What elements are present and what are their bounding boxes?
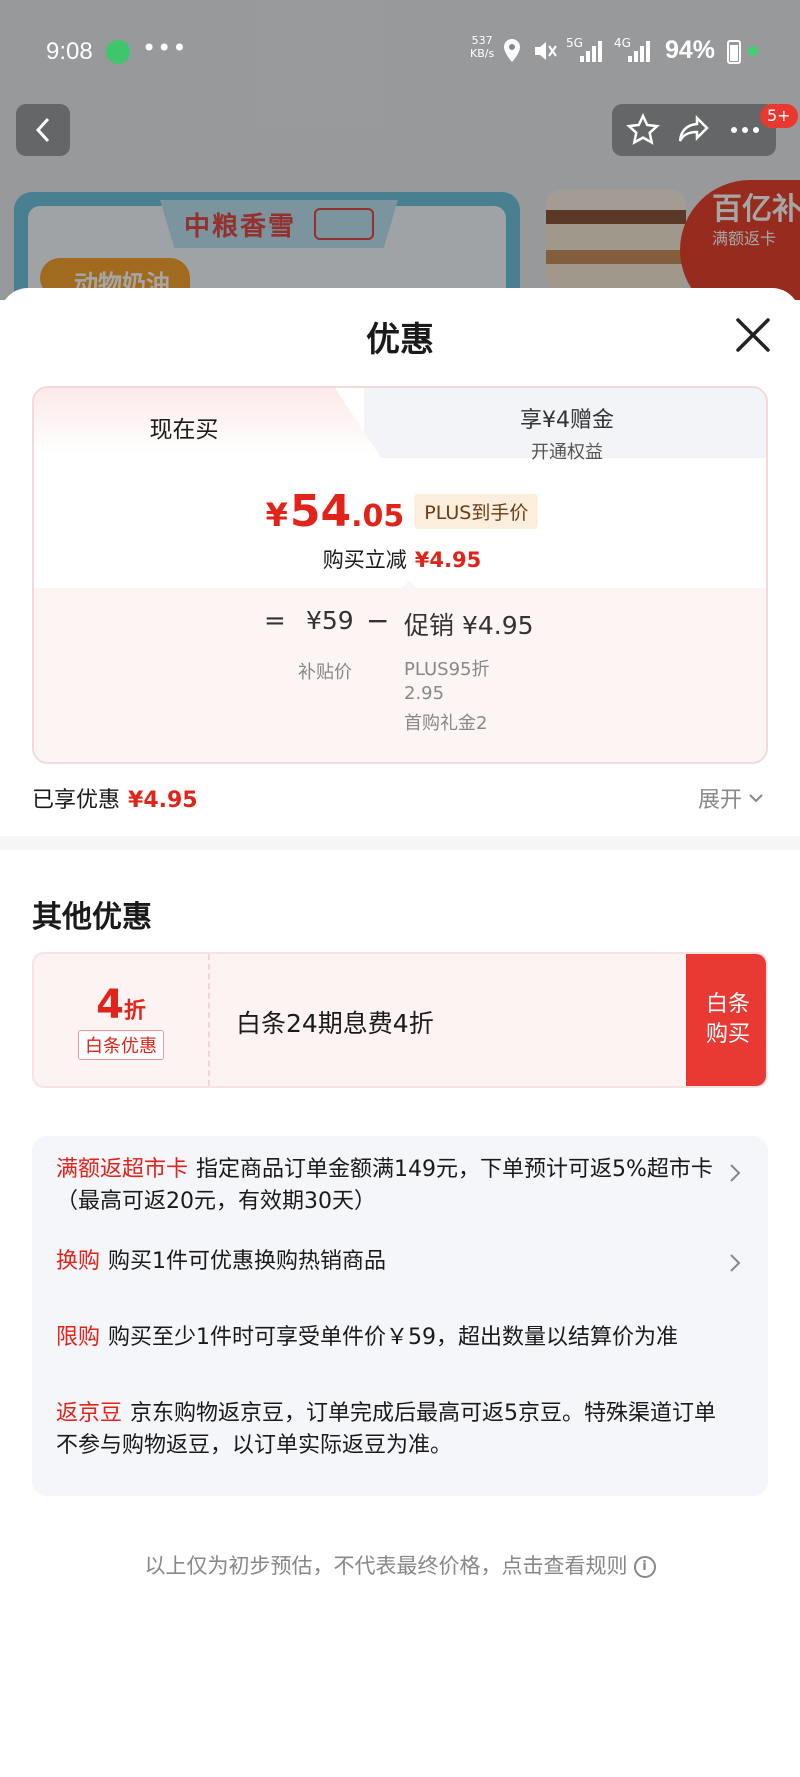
baitiao-description: 白条24期息费4折 <box>236 1009 434 1038</box>
price-card: 享¥4赠金 开通权益 现在买 ¥ 54 .05 PLUS到手价 购买立减 ¥4.9… <box>32 386 768 764</box>
price-decimal: .05 <box>351 499 405 534</box>
baitiao-discount: 4折 <box>34 982 208 1028</box>
rules-note-text: 以上仅为初步预估，不代表最终价格，点击查看规则 <box>144 1554 628 1578</box>
minus-sign: − <box>366 604 390 637</box>
instant-reduction: 购买立减 ¥4.95 <box>34 544 766 574</box>
baitiao-button-line1: 白条 <box>705 992 750 1017</box>
reduction-amount: ¥4.95 <box>414 548 482 572</box>
price-integer: 54 <box>289 486 352 537</box>
chevron-down-icon <box>749 794 763 803</box>
close-icon[interactable] <box>732 314 774 356</box>
promotion-value: 促销 ¥4.95 <box>404 611 534 640</box>
status-time: 9:08 <box>46 38 93 65</box>
baitiao-discount-number: 4 <box>96 982 124 1028</box>
tab-buy-now-label: 现在买 <box>149 417 219 443</box>
promo-jingdou: 返京豆 京东购物返京豆，订单完成后最高可返5京豆。特殊渠道订单不参与购物返豆，以订… <box>56 1398 716 1462</box>
subsidy-price-label: 补贴价 <box>298 662 352 683</box>
expand-label: 展开 <box>698 788 743 813</box>
final-price-row: ¥ 54 .05 PLUS到手价 <box>34 486 766 537</box>
promo-key: 返京豆 <box>56 1401 123 1426</box>
back-button[interactable] <box>16 104 70 156</box>
tab-bonus[interactable]: 享¥4赠金 开通权益 <box>364 388 766 463</box>
expand-button[interactable]: 展开 <box>698 782 764 814</box>
more-notifications-icon: ••• <box>142 34 188 62</box>
promotion-detail-gift: 首购礼金2 <box>404 713 488 734</box>
final-price: ¥ 54 .05 <box>266 486 405 537</box>
baitiao-buy-button[interactable]: 白条 购买 <box>686 954 766 1086</box>
battery-percent: 94% <box>665 36 716 64</box>
baitiao-tag: 白条优惠 <box>78 1030 164 1060</box>
status-bar: 9:08 ••• 537 KB/s 5G 4G 94% <box>0 0 800 104</box>
network-speed-unit: KB/s <box>470 47 495 60</box>
baitiao-button-line2: 购买 <box>705 1022 750 1047</box>
promo-key: 换购 <box>56 1249 101 1274</box>
promotion-detail-amount: 2.95 <box>404 683 445 704</box>
promotion-details: PLUS95折 2.95 首购礼金2 <box>404 658 490 736</box>
other-discounts-title: 其他优惠 <box>32 900 152 935</box>
promo-text: 购买1件可优惠换购热销商品 <box>108 1249 387 1274</box>
promo-key: 限购 <box>56 1325 101 1350</box>
promo-text: 购买至少1件时可享受单件价￥59，超出数量以结算价为准 <box>108 1325 679 1350</box>
sheet-title: 优惠 <box>366 320 434 360</box>
price-breakdown: = ¥59 − 促销 ¥4.95 补贴价 PLUS95折 2.95 首购礼金2 <box>34 588 766 762</box>
promotion-detail-plus: PLUS95折 <box>404 659 490 680</box>
section-divider <box>0 836 800 850</box>
promotion-list: 满额返超市卡 指定商品订单金额满149元，下单预计可返5%超市卡（最高可返20元，… <box>32 1136 768 1496</box>
promo-exchange[interactable]: 换购 购买1件可优惠换购热销商品 <box>56 1246 716 1278</box>
price-currency: ¥ <box>265 496 288 534</box>
message-count-badge: 5+ <box>760 104 798 128</box>
baitiao-discount-block: 4折 白条优惠 <box>34 954 210 1086</box>
plus-price-tag: PLUS到手价 <box>414 494 539 529</box>
signal-5g-icon <box>580 41 602 62</box>
signal-4g-icon <box>628 41 650 62</box>
info-icon: i <box>633 1556 656 1578</box>
enjoyed-discount: 已享优惠 ¥4.95 <box>32 782 198 814</box>
promo-limit: 限购 购买至少1件时可享受单件价￥59，超出数量以结算价为准 <box>56 1322 716 1354</box>
more-icon[interactable] <box>728 113 762 147</box>
location-icon <box>504 39 520 62</box>
baitiao-offer: 4折 白条优惠 白条24期息费4折 白条 购买 <box>32 952 768 1088</box>
subsidy-price-value: ¥59 <box>306 606 354 635</box>
network-speed-value: 537 <box>471 34 493 47</box>
favorite-star-icon[interactable] <box>626 113 661 147</box>
wechat-notification-icon <box>106 40 130 64</box>
baitiao-discount-unit: 折 <box>123 999 146 1024</box>
chevron-right-icon[interactable] <box>728 1162 742 1184</box>
promo-supermarket-card[interactable]: 满额返超市卡 指定商品订单金额满149元，下单预计可返5%超市卡（最高可返20元，… <box>56 1154 716 1218</box>
equals-sign: = <box>264 606 286 636</box>
tab-bonus-sublabel: 开通权益 <box>531 442 603 463</box>
battery-icon <box>727 40 741 64</box>
tab-bonus-label: 享¥4赠金 <box>520 408 614 433</box>
chevron-left-icon <box>35 117 50 143</box>
share-icon[interactable] <box>677 113 711 147</box>
reduction-label: 购买立减 <box>322 548 407 572</box>
enjoyed-label: 已享优惠 <box>32 788 121 813</box>
promo-key: 满额返超市卡 <box>56 1157 189 1182</box>
promo-text: 京东购物返京豆，订单完成后最高可返5京豆。特殊渠道订单不参与购物返豆，以订单实际… <box>56 1401 717 1458</box>
rules-note[interactable]: 以上仅为初步预估，不代表最终价格，点击查看规则 i <box>0 1550 800 1580</box>
active-indicator-icon <box>748 46 758 56</box>
network-speed: 537 KB/s <box>470 34 494 60</box>
mute-icon <box>535 42 557 60</box>
chevron-right-icon[interactable] <box>728 1252 742 1274</box>
top-right-actions <box>612 104 776 156</box>
discount-sheet: 优惠 享¥4赠金 开通权益 现在买 ¥ 54 .05 PLUS到手价 购买立减 ¥… <box>0 288 800 1777</box>
enjoyed-amount: ¥4.95 <box>128 788 198 813</box>
